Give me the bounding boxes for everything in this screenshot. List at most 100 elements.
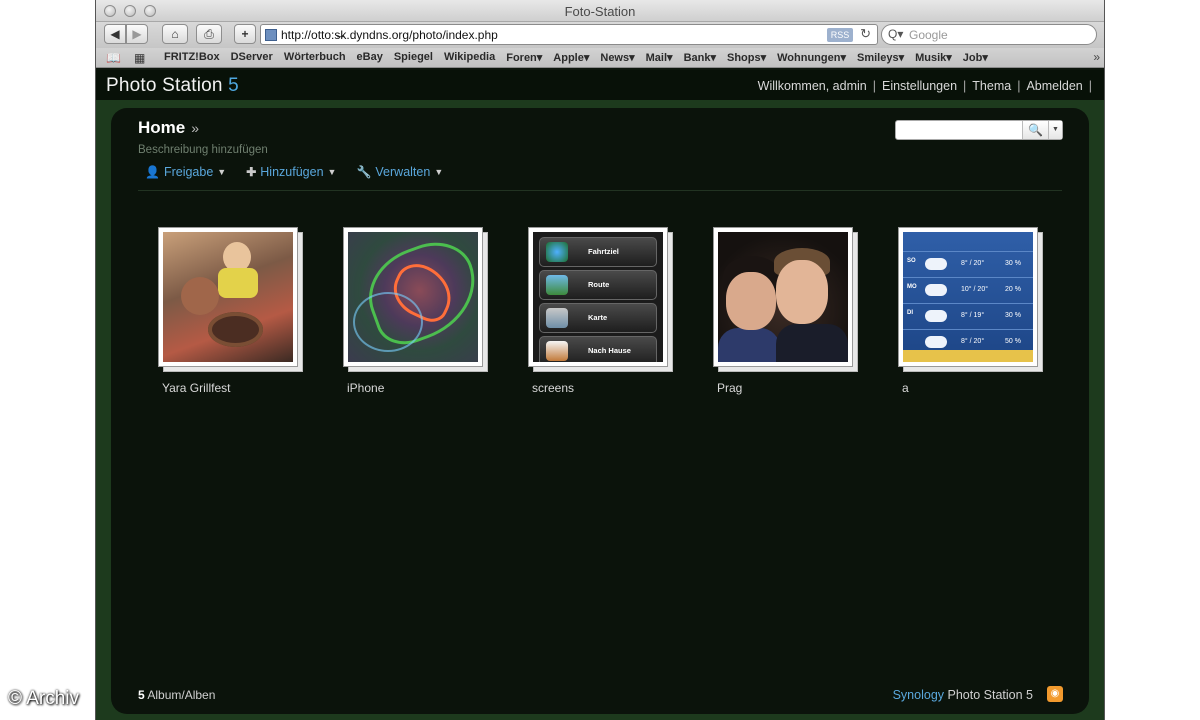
bookmark-item[interactable]: Job▾ [963,51,988,64]
app-header: Photo Station 5 Willkommen, admin | Einste… [96,70,1104,100]
theme-link[interactable]: Thema [972,79,1011,93]
photo-search-input[interactable]: 🔍 ▼ [895,120,1063,140]
manage-menu-button[interactable]: 🔧 Verwalten ▼ [356,165,443,179]
bookmarks-book-icon[interactable]: 📖 [106,51,121,65]
album-card[interactable]: Fahrtziel Route Karte Nach Hause screens [528,227,678,395]
home-button[interactable]: ⌂ [162,24,188,44]
bookmark-item[interactable]: Wohnungen▾ [777,51,846,64]
album-thumbnail[interactable]: Fahrtziel Route Karte Nach Hause [528,227,668,367]
add-description-link[interactable]: Beschreibung hinzufügen [138,144,268,156]
bookmark-item[interactable]: Wikipedia [444,51,495,64]
album-thumbnail[interactable] [158,227,298,367]
album-label[interactable]: Yara Grillfest [162,381,308,395]
browser-window: Foto-Station ◀ ▶ ⌂ ⎙ + http://otto:s̶k.d… [95,0,1105,720]
bookmark-item[interactable]: Smileys▾ [857,51,904,64]
share-label: Freigabe [163,165,214,179]
cloud-icon [925,336,947,348]
app-brand[interactable]: Photo Station 5 [106,75,239,97]
back-button[interactable]: ◀ [104,24,126,44]
plus-icon: + [241,27,249,41]
address-bar[interactable]: http://otto:s̶k.dyndns.org/photo/index.p… [260,24,878,45]
album-thumbnail[interactable]: SO 8° / 20° 30 % MO 10° / 20° 20 % DI 8° / 19… [898,227,1038,367]
album-count-label: Album/Alben [147,688,216,702]
copyright-watermark: © Archiv [8,688,80,709]
search-options-dropdown[interactable]: ▼ [1048,121,1062,139]
search-icon: 🔍 [1028,123,1043,137]
forward-button[interactable]: ▶ [126,24,148,44]
cloud-icon [925,258,947,270]
breadcrumb-separator: » [191,120,200,136]
prag-couple-photo [718,232,848,362]
add-menu-button[interactable]: ✚ Hinzufügen ▼ [246,165,336,179]
bookmark-item[interactable]: Musik▾ [915,51,952,64]
bookmark-item[interactable]: Foren▾ [506,51,542,64]
bookmark-item[interactable]: FRITZ!Box [164,51,220,64]
rss-badge[interactable]: RSS [827,28,853,42]
add-bookmark-button[interactable]: + [234,24,256,44]
weather-screenshot: SO 8° / 20° 30 % MO 10° / 20° 20 % DI 8° / 19… [903,232,1033,362]
bookmark-item[interactable]: eBay [357,51,383,64]
bookmarks-more-icon[interactable]: » [1093,50,1100,64]
forward-arrow-icon: ▶ [132,27,142,41]
print-button[interactable]: ⎙ [196,24,222,44]
google-search-input[interactable]: Q▾ Google [881,24,1097,45]
search-button[interactable]: 🔍 [1022,121,1048,139]
weather-temp: 8° / 20° [961,338,985,345]
album-label[interactable]: Prag [717,381,863,395]
title-bar: Foto-Station [96,0,1104,22]
album-card[interactable]: Yara Grillfest [158,227,308,395]
album-thumbnail-stack[interactable] [713,227,858,372]
chevron-down-icon: ▼ [217,167,227,177]
bookmark-item[interactable]: Apple▾ [553,51,589,64]
album-thumbnail-stack[interactable]: SO 8° / 20° 30 % MO 10° / 20° 20 % DI 8° / 19… [898,227,1043,372]
add-label: Hinzufügen [260,165,324,179]
route-icon [546,275,568,295]
breadcrumb-home[interactable]: Home [138,118,185,137]
settings-link[interactable]: Einstellungen [882,79,957,93]
album-card[interactable]: SO 8° / 20° 30 % MO 10° / 20° 20 % DI 8° / 19… [898,227,1048,395]
album-thumbnail[interactable] [713,227,853,367]
album-card[interactable]: iPhone [343,227,493,395]
map-icon [546,308,568,328]
album-thumbnail-stack[interactable] [343,227,488,372]
album-label[interactable]: screens [532,381,678,395]
bookmark-item[interactable]: DServer [231,51,273,64]
top-sites-grid-icon[interactable]: ▦ [134,51,145,65]
weather-temp: 8° / 20° [961,260,985,267]
weather-temp: 10° / 20° [961,286,989,293]
nav-separator: | [963,79,967,93]
home-icon: ⌂ [171,27,179,41]
album-card[interactable]: Prag [713,227,863,395]
album-thumbnail-stack[interactable] [158,227,303,372]
globe-icon [546,242,568,262]
weather-pct: 30 % [1005,260,1021,267]
album-count-number: 5 [138,688,145,702]
bookmark-item[interactable]: News▾ [600,51,634,64]
bookmark-item[interactable]: Bank▾ [684,51,716,64]
bookmark-item[interactable]: Shops▾ [727,51,766,64]
rss-feed-icon[interactable]: ◉ [1047,686,1063,702]
nav-separator: | [872,79,876,93]
album-thumbnail-stack[interactable]: Fahrtziel Route Karte Nach Hause [528,227,673,372]
weather-pct: 20 % [1005,286,1021,293]
screenshot-menu-text: Karte [588,313,608,322]
bookmark-item[interactable]: Wörterbuch [284,51,346,64]
bookmark-item[interactable]: Mail▾ [646,51,673,64]
house-icon [546,341,568,361]
wrench-icon: 🔧 [356,165,372,179]
album-label[interactable]: iPhone [347,381,493,395]
screenshot-menu-text: Route [588,280,610,289]
manage-label: Verwalten [375,165,431,179]
share-menu-button[interactable]: 👤 Freigabe ▼ [145,165,226,179]
search-icon: Q▾ [888,27,904,41]
divider [138,190,1062,191]
synology-link[interactable]: Synology [893,688,944,702]
user-icon: 👤 [145,165,160,179]
bookmark-item[interactable]: Spiegel [394,51,433,64]
reload-icon[interactable]: ↻ [860,26,871,42]
logout-link[interactable]: Abmelden [1026,79,1082,93]
album-thumbnail[interactable] [343,227,483,367]
welcome-link[interactable]: Willkommen, admin [758,79,867,93]
album-label[interactable]: a [902,381,1048,395]
screenshot-menu-text: Nach Hause [588,346,631,355]
